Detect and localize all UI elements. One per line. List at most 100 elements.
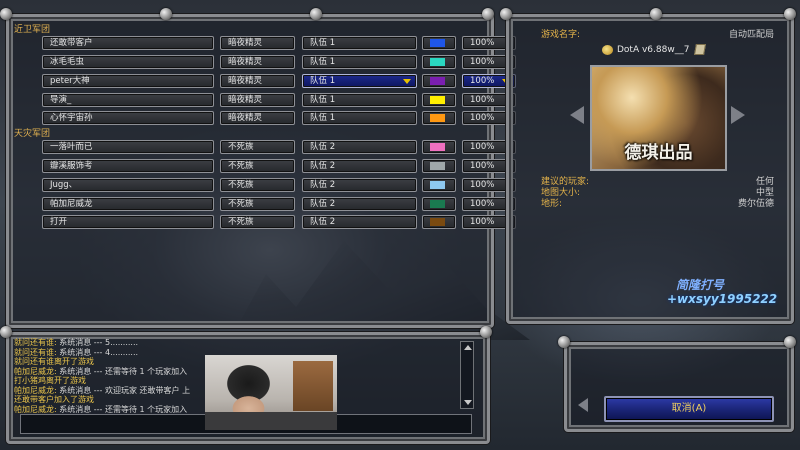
player-color-swatch — [430, 218, 445, 226]
player-color-swatch — [430, 96, 445, 104]
race-select-label: 暗夜精灵 — [228, 57, 263, 67]
race-select-label: 不死族 — [228, 142, 254, 152]
player-name-slot[interactable]: 帕加尼威龙 — [42, 197, 214, 211]
team-select[interactable]: 队伍 2 — [302, 178, 417, 192]
handicap-select-label: 100% — [470, 217, 495, 227]
player-name-slot-label: 心怀宇宙孙 — [50, 113, 93, 123]
prev-map-arrow-icon[interactable] — [570, 106, 584, 124]
chat-text: 系统消息 --- 欢迎玩家 还敢带客户 上 — [56, 385, 191, 395]
handicap-select-label: 100% — [470, 180, 495, 190]
player-name-slot-label: 打开 — [50, 217, 68, 227]
color-select[interactable] — [422, 93, 456, 107]
handicap-select-label: 100% — [470, 113, 495, 123]
color-select[interactable] — [422, 36, 456, 50]
next-map-arrow-icon[interactable] — [731, 106, 745, 124]
team-select-label: 队伍 1 — [310, 95, 336, 105]
race-select[interactable]: 不死族 — [220, 197, 295, 211]
team-select-label: 队伍 1 — [310, 76, 336, 86]
player-color-swatch — [430, 39, 445, 47]
team-select[interactable]: 队伍 1 — [302, 111, 417, 125]
team-select[interactable]: 队伍 2 — [302, 197, 417, 211]
watermark-line-2: +wxsyy1995222 — [667, 292, 778, 306]
cancel-button[interactable]: 取消(A) — [604, 396, 774, 422]
player-color-swatch — [430, 143, 445, 151]
rivet — [650, 8, 662, 20]
player-name-slot-label: 瓣溪服饰考 — [50, 161, 93, 171]
race-select-label: 不死族 — [228, 217, 254, 227]
color-select[interactable] — [422, 215, 456, 229]
handicap-select-label: 100% — [470, 38, 495, 48]
team-select[interactable]: 队伍 2 — [302, 140, 417, 154]
team-select[interactable]: 队伍 1 — [302, 74, 417, 88]
team-select[interactable]: 队伍 1 — [302, 93, 417, 107]
race-select[interactable]: 暗夜精灵 — [220, 93, 295, 107]
color-select[interactable] — [422, 55, 456, 69]
race-select-label: 暗夜精灵 — [228, 38, 263, 48]
race-select[interactable]: 不死族 — [220, 215, 295, 229]
team-label-scourge: 天灾军团 — [14, 129, 51, 139]
scroll-up-icon[interactable] — [464, 345, 472, 350]
player-name-slot-label: 一落叶而已 — [50, 142, 93, 152]
color-select[interactable] — [422, 178, 456, 192]
player-name-slot-label: 导演_ — [50, 95, 72, 105]
race-select[interactable]: 暗夜精灵 — [220, 111, 295, 125]
race-select[interactable]: 不死族 — [220, 178, 295, 192]
team-select-label: 队伍 2 — [310, 199, 336, 209]
map-name: DotA v6.88w__7 — [617, 45, 690, 55]
color-select[interactable] — [422, 159, 456, 173]
race-select-label: 不死族 — [228, 161, 254, 171]
race-select[interactable]: 暗夜精灵 — [220, 55, 295, 69]
player-name-slot[interactable]: Jugg、 — [42, 178, 214, 192]
race-select-label: 暗夜精灵 — [228, 113, 263, 123]
chat-text: 系统消息 --- 还需等待 1 个玩家加入 — [56, 366, 188, 376]
handicap-select-label: 100% — [470, 76, 495, 86]
cancel-button-label: 取消(A) — [671, 403, 707, 414]
player-name-slot[interactable]: 瓣溪服饰考 — [42, 159, 214, 173]
rivet — [0, 8, 12, 20]
scroll-down-icon[interactable] — [464, 400, 472, 405]
game-name-label: 游戏名字: — [541, 30, 581, 40]
chat-message: 帕加尼威龙: 系统消息 --- 还需等待 1 个玩家加入 — [14, 405, 187, 415]
team-select[interactable]: 队伍 1 — [302, 55, 417, 69]
chat-message: 还敢带客户加入了游戏 — [14, 395, 94, 405]
scroll-icon — [694, 44, 707, 55]
team-select-label: 队伍 1 — [310, 113, 336, 123]
team-select-label: 队伍 1 — [310, 57, 336, 67]
race-select[interactable]: 暗夜精灵 — [220, 36, 295, 50]
chat-text: 系统消息 --- 5........... — [56, 338, 139, 347]
chat-sender: 帕加尼威龙: — [14, 366, 57, 376]
team-select-label: 队伍 1 — [310, 38, 336, 48]
team-select-label: 队伍 2 — [310, 180, 336, 190]
team-label-sentinel: 近卫军团 — [14, 25, 51, 35]
player-name-slot-label: 冰毛毛虫 — [50, 57, 85, 67]
player-name-slot[interactable]: 打开 — [42, 215, 214, 229]
player-name-slot[interactable]: 一落叶而已 — [42, 140, 214, 154]
player-name-slot[interactable]: 导演_ — [42, 93, 214, 107]
rivet — [0, 326, 12, 338]
chat-sender: 就问还有谁: — [14, 338, 57, 347]
player-name-slot[interactable]: 还敢带客户 — [42, 36, 214, 50]
map-title: DotA v6.88w__7 — [602, 44, 712, 58]
dropdown-arrow-icon[interactable] — [403, 79, 411, 84]
team-select[interactable]: 队伍 2 — [302, 215, 417, 229]
color-select[interactable] — [422, 197, 456, 211]
player-name-slot[interactable]: peter大神 — [42, 74, 214, 88]
color-select[interactable] — [422, 111, 456, 125]
player-name-slot[interactable]: 心怀宇宙孙 — [42, 111, 214, 125]
color-select[interactable] — [422, 74, 456, 88]
race-select[interactable]: 暗夜精灵 — [220, 74, 295, 88]
rivet — [480, 326, 492, 338]
chat-text: 还敢带客户加入了游戏 — [14, 395, 94, 404]
webcam-overlay — [205, 355, 337, 430]
chat-sender: 帕加尼威龙: — [14, 385, 57, 395]
color-select[interactable] — [422, 140, 456, 154]
team-select-label: 队伍 2 — [310, 217, 336, 227]
watermark-line-1: 简隆打号 — [676, 278, 725, 292]
chat-scrollbar[interactable] — [460, 341, 474, 409]
rivet — [784, 8, 796, 20]
race-select[interactable]: 不死族 — [220, 159, 295, 173]
team-select[interactable]: 队伍 1 — [302, 36, 417, 50]
team-select[interactable]: 队伍 2 — [302, 159, 417, 173]
player-name-slot[interactable]: 冰毛毛虫 — [42, 55, 214, 69]
race-select[interactable]: 不死族 — [220, 140, 295, 154]
